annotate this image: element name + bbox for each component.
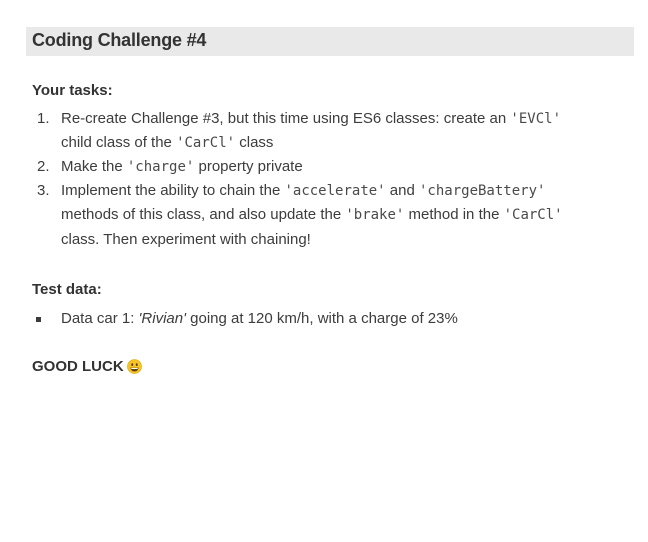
- task-text: property private: [194, 158, 303, 175]
- task-text: Implement the ability to chain the: [61, 182, 285, 199]
- good-luck-text: GOOD LUCK: [32, 358, 124, 375]
- test-data-text: going at 120 km/h, with a charge of 23%: [185, 310, 458, 327]
- task-line: Re-create Challenge #3, but this time us…: [61, 110, 561, 128]
- code-snippet: 'CarCl': [503, 207, 563, 223]
- task-line: Make the 'charge' property private: [61, 158, 303, 176]
- test-data-text: Data car 1:: [61, 310, 139, 327]
- test-data-heading: Test data:: [32, 281, 102, 298]
- car-name: 'Rivian': [138, 310, 186, 327]
- task-text: Make the: [61, 158, 127, 175]
- task-line: Implement the ability to chain the 'acce…: [61, 182, 545, 200]
- test-data-line: Data car 1: 'Rivian' going at 120 km/h, …: [61, 310, 458, 328]
- code-snippet: 'brake': [345, 207, 405, 223]
- task-line: class. Then experiment with chaining!: [61, 231, 311, 249]
- title-bar: Coding Challenge #4: [26, 27, 634, 56]
- task-number: 3.: [37, 182, 50, 199]
- task-number: 2.: [37, 158, 50, 175]
- task-text: class. Then experiment with chaining!: [61, 231, 311, 248]
- task-text: and: [385, 182, 419, 199]
- task-text: method in the: [404, 206, 504, 223]
- tasks-heading: Your tasks:: [32, 82, 113, 99]
- task-text: child class of the: [61, 134, 177, 151]
- code-snippet: 'CarCl': [176, 135, 236, 151]
- task-line: methods of this class, and also update t…: [61, 206, 563, 224]
- code-snippet: 'chargeBattery': [419, 183, 546, 199]
- bullet-icon: [36, 317, 41, 322]
- task-text: class: [235, 134, 274, 151]
- good-luck: GOOD LUCK: [32, 358, 142, 375]
- task-line: child class of the 'CarCl' class: [61, 134, 273, 152]
- task-text: Re-create Challenge #3, but this time us…: [61, 110, 511, 127]
- task-number: 1.: [37, 110, 50, 127]
- task-text: methods of this class, and also update t…: [61, 206, 346, 223]
- code-snippet: 'EVCl': [510, 111, 561, 127]
- page-title: Coding Challenge #4: [32, 30, 207, 50]
- grinning-face-icon: [126, 359, 142, 374]
- code-snippet: 'charge': [126, 159, 195, 175]
- code-snippet: 'accelerate': [284, 183, 386, 199]
